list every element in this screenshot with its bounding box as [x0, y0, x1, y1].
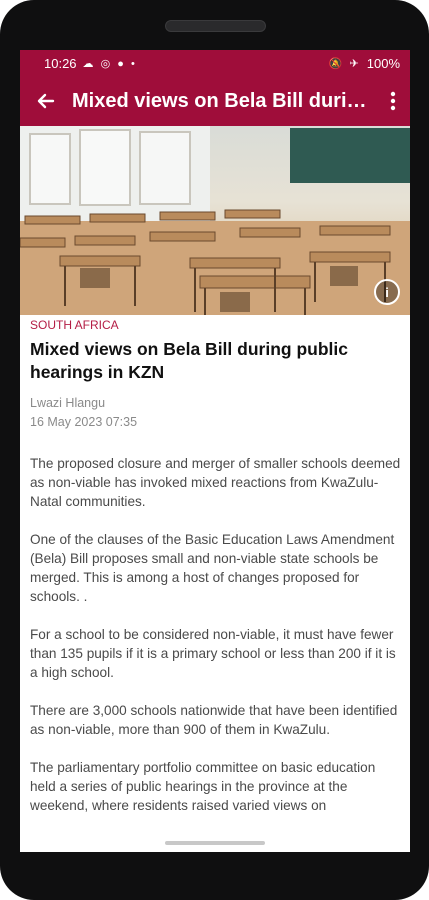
- article-paragraph: One of the clauses of the Basic Educatio…: [30, 532, 395, 604]
- notification-icons: ☁ ◎ ● •: [82, 57, 137, 70]
- system-icons: 🔕 ✈: [328, 57, 361, 70]
- article-category[interactable]: SOUTH AFRICA: [30, 318, 402, 332]
- more-vert-icon: [390, 91, 396, 111]
- article-headline: Mixed views on Bela Bill during public h…: [30, 339, 348, 382]
- article-meta: Lwazi Hlangu 16 May 2023 07:35: [30, 394, 402, 432]
- screen: 10:26 ☁ ◎ ● • 🔕 ✈ 100% Mixed views on Be…: [20, 50, 410, 852]
- image-info-button[interactable]: i: [374, 279, 400, 305]
- article-paragraph: The parliamentary portfolio committee on…: [30, 760, 376, 813]
- gesture-nav-bar[interactable]: [165, 841, 265, 845]
- status-time: 10:26: [44, 55, 77, 71]
- article-paragraph: The proposed closure and merger of small…: [30, 456, 401, 509]
- back-button[interactable]: [20, 76, 72, 126]
- classroom-illustration: [20, 126, 410, 315]
- battery-level: 100%: [366, 55, 400, 71]
- device-frame: 10:26 ☁ ◎ ● • 🔕 ✈ 100% Mixed views on Be…: [0, 0, 429, 900]
- status-bar: 10:26 ☁ ◎ ● • 🔕 ✈ 100%: [20, 50, 410, 76]
- device-speaker: [165, 20, 266, 32]
- article-paragraph: For a school to be considered non-viable…: [30, 627, 396, 680]
- more-options-button[interactable]: [376, 76, 410, 126]
- app-bar: Mixed views on Bela Bill during public h…: [20, 76, 410, 126]
- hero-image[interactable]: i: [20, 126, 410, 315]
- page-title: Mixed views on Bela Bill during public h…: [72, 89, 376, 112]
- article-paragraph: There are 3,000 schools nationwide that …: [30, 703, 398, 737]
- article-content: SOUTH AFRICA Mixed views on Bela Bill du…: [30, 318, 402, 834]
- article-author[interactable]: Lwazi Hlangu: [30, 394, 402, 413]
- article-date: 16 May 2023 07:35: [30, 415, 138, 429]
- arrow-left-icon: [37, 93, 55, 109]
